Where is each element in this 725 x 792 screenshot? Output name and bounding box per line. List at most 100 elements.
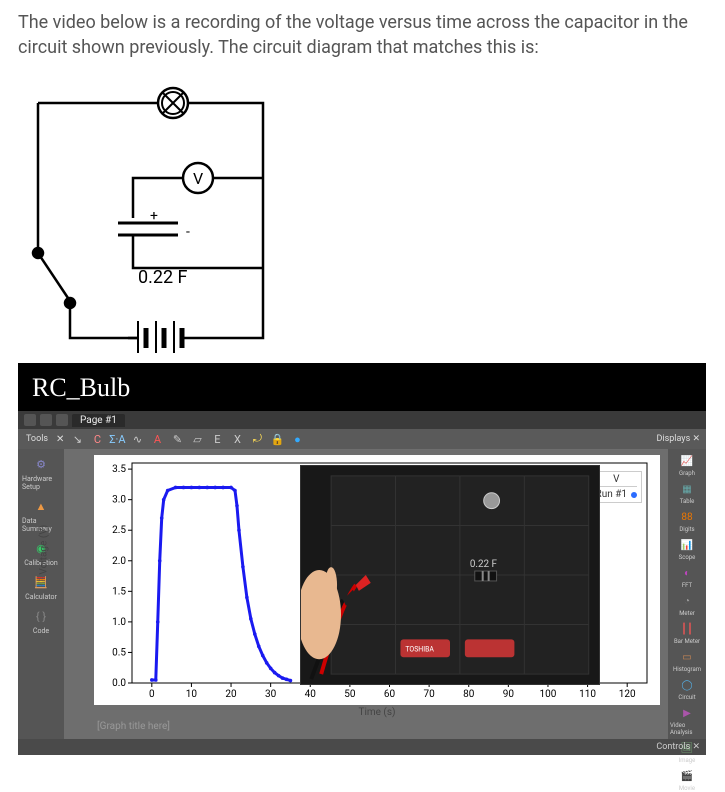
svg-text:0.5: 0.5: [112, 648, 126, 659]
video-overlay[interactable]: 0.22 F TOSHIBA: [300, 465, 600, 685]
svg-text:0.0: 0.0: [112, 678, 126, 689]
capacitor-value-label: 0.22 F: [138, 267, 188, 288]
display-icon: ┃┃: [679, 621, 695, 637]
question-text: The video below is a recording of the vo…: [0, 0, 725, 68]
tb-icon[interactable]: E: [210, 432, 224, 446]
display-icon: ▶: [679, 705, 695, 721]
svg-text:-: -: [186, 224, 190, 240]
svg-text:90: 90: [503, 689, 515, 700]
svg-text:2.5: 2.5: [112, 526, 126, 537]
controls-label[interactable]: Controls ✕: [656, 742, 700, 752]
svg-text:110: 110: [579, 689, 596, 700]
y-axis-label: Voltage (V): [39, 525, 50, 575]
tb-icon[interactable]: 🔒: [270, 432, 284, 446]
sidebar-item[interactable]: { }Code: [22, 607, 60, 635]
tb-icon[interactable]: ▱: [190, 432, 204, 446]
display-item[interactable]: ┃┃Bar Meter: [670, 621, 704, 645]
svg-text:+: +: [150, 208, 158, 224]
svg-text:2.0: 2.0: [112, 556, 126, 567]
display-label: Circuit: [678, 694, 695, 701]
svg-text:TOSHIBA: TOSHIBA: [405, 646, 434, 654]
svg-text:40: 40: [305, 689, 317, 700]
toolbar-secondary: Tools ✕ ↘ C Σ·A ∿ A ✎ ▱ E X ⤾ 🔒 ● Displa…: [18, 429, 706, 449]
tb-icon[interactable]: ↘: [70, 432, 84, 446]
svg-text:0: 0: [149, 689, 155, 700]
tb-icon[interactable]: ∿: [130, 432, 144, 446]
toolbar-primary: Page #1: [18, 411, 706, 429]
sidebar-icon: 🧮: [32, 573, 50, 591]
left-sidebar: ⚙Hardware Setup▲Data Summary◉Calibration…: [18, 449, 64, 739]
tb-icon[interactable]: A: [150, 432, 164, 446]
display-icon: 📈: [679, 453, 695, 469]
display-label: Scope: [679, 554, 696, 561]
display-label: Table: [680, 498, 695, 505]
display-item[interactable]: ◐FFT: [670, 565, 704, 589]
display-label: Meter: [679, 610, 695, 617]
display-icon: ◔: [679, 593, 695, 609]
display-item[interactable]: 🎬Movie: [670, 768, 704, 792]
tb-icon[interactable]: C: [90, 432, 104, 446]
display-label: Bar Meter: [674, 638, 700, 645]
svg-text:3.0: 3.0: [112, 495, 126, 506]
app-window: RC_Bulb Page #1 Tools ✕ ↘ C Σ·A ∿ A ✎ ▱ …: [18, 363, 706, 755]
display-item[interactable]: ▶Video Analysis: [670, 705, 704, 736]
tb-icon[interactable]: X: [230, 432, 244, 446]
graph-title-placeholder[interactable]: [Graph title here]: [97, 721, 660, 732]
display-item[interactable]: ▭Histogram: [670, 649, 704, 673]
display-label: Graph: [679, 470, 695, 477]
display-item[interactable]: 88Digits: [670, 509, 704, 533]
display-item[interactable]: ◯Circuit: [670, 677, 704, 701]
sidebar-item[interactable]: 🧮Calculator: [22, 573, 60, 601]
sidebar-icon: ▲: [32, 497, 50, 515]
toolbar-icon[interactable]: [56, 414, 68, 426]
display-label: Image: [679, 757, 696, 764]
svg-text:1.5: 1.5: [112, 587, 126, 598]
display-item[interactable]: 📈Graph: [670, 453, 704, 477]
svg-text:100: 100: [540, 689, 557, 700]
tb-icon[interactable]: ⤾: [250, 432, 264, 446]
display-icon: ▭: [679, 649, 695, 665]
display-label: FFT: [682, 582, 692, 589]
tb-icon[interactable]: ✎: [170, 432, 184, 446]
tb-icon[interactable]: Σ·A: [110, 432, 124, 446]
display-label: Movie: [679, 785, 695, 792]
display-icon: 📊: [679, 537, 695, 553]
sidebar-label: Hardware Setup: [22, 475, 60, 491]
sidebar-icon: ⚙: [32, 455, 50, 473]
titlebar: RC_Bulb: [18, 363, 706, 411]
svg-text:0.22 F: 0.22 F: [470, 559, 498, 570]
display-item[interactable]: ◔Meter: [670, 593, 704, 617]
right-sidebar: 📈Graph ▦Table 88Digits 📊Scope ◐FFT ◔Meter ┃┃Ba…: [668, 449, 706, 739]
display-icon: ▦: [679, 481, 695, 497]
toolbar-icon[interactable]: [24, 414, 36, 426]
display-icon: ◯: [679, 677, 695, 693]
svg-text:50: 50: [344, 689, 356, 700]
toolbar-icon[interactable]: [40, 414, 52, 426]
main-area: ⚙Hardware Setup▲Data Summary◉Calibration…: [18, 449, 706, 739]
x-axis-label: Time (s): [94, 707, 660, 718]
display-icon: ◐: [679, 565, 695, 581]
sidebar-item[interactable]: ⚙ Hardware Setup: [22, 455, 60, 491]
tools-close-icon[interactable]: ✕: [56, 434, 64, 445]
page-tab[interactable]: Page #1: [72, 414, 125, 427]
circuit-diagram: + - V 0.22 F: [18, 73, 278, 353]
displays-label[interactable]: Displays ✕: [657, 434, 701, 444]
display-icon: 🎬: [679, 768, 695, 784]
svg-text:20: 20: [225, 689, 237, 700]
svg-text:70: 70: [423, 689, 435, 700]
display-icon: 88: [679, 509, 695, 525]
svg-text:10: 10: [186, 689, 198, 700]
tools-label: Tools: [26, 434, 48, 444]
display-item[interactable]: 📊Scope: [670, 537, 704, 561]
svg-text:30: 30: [265, 689, 277, 700]
display-label: Digits: [679, 526, 694, 533]
voltmeter-label: V: [193, 169, 203, 188]
run-label: Run #1: [596, 489, 627, 500]
run-color-dot: [631, 492, 637, 498]
svg-text:3.5: 3.5: [112, 464, 126, 475]
tb-icon[interactable]: ●: [290, 432, 304, 446]
display-item[interactable]: ▦Table: [670, 481, 704, 505]
app-title: RC_Bulb: [32, 373, 692, 403]
chart[interactable]: 0.00.51.01.52.02.53.03.50102030405060708…: [94, 455, 660, 705]
sidebar-label: Code: [33, 627, 49, 635]
